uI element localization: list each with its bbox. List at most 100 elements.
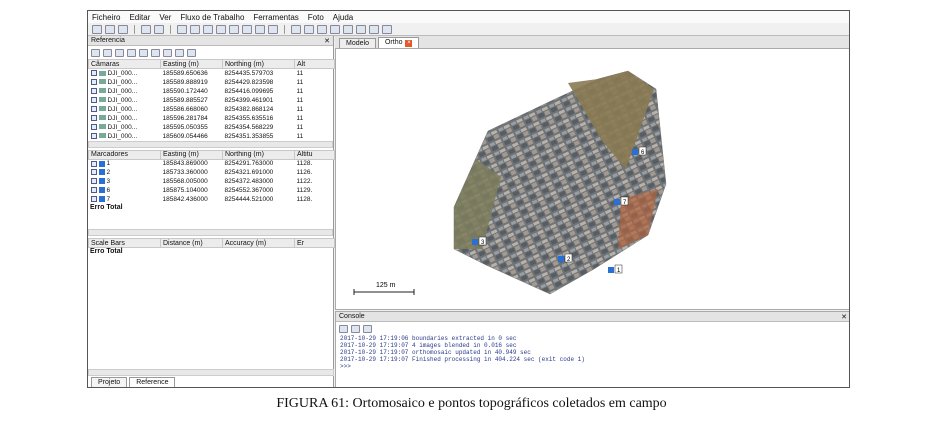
table-row[interactable]: DJI_000... 185589.885527 8254399.461901 11 <box>89 96 335 105</box>
col-alt[interactable]: Alt <box>294 59 335 69</box>
table-row[interactable]: 2 185733.360000 8254321.691000 1126. <box>89 168 335 177</box>
tab-ortho[interactable]: Ortho × <box>377 37 420 48</box>
markers-scrollbar[interactable] <box>88 229 333 236</box>
menu-fluxo[interactable]: Fluxo de Trabalho <box>180 13 244 22</box>
pencil-icon[interactable] <box>229 24 239 34</box>
console-close-icon[interactable]: ✕ <box>841 313 847 321</box>
northing: 8254399.461901 <box>224 96 274 104</box>
menu-ver[interactable]: Ver <box>159 13 171 22</box>
col-markers[interactable]: Marcadores <box>88 149 161 160</box>
col-cameras[interactable]: Câmaras <box>88 59 161 69</box>
tab-reference[interactable]: Reference <box>129 377 176 387</box>
col-error[interactable]: Er <box>294 238 335 248</box>
col-scalebars[interactable]: Scale Bars <box>88 238 161 248</box>
tab-projeto[interactable]: Projeto <box>91 377 128 387</box>
scale-bar-label: 125 m <box>376 282 396 289</box>
col-northing[interactable]: Northing (m) <box>222 149 295 160</box>
polygon-icon[interactable] <box>255 24 265 34</box>
open-icon[interactable] <box>105 24 115 34</box>
ortho-icon[interactable] <box>369 24 379 34</box>
fill-icon[interactable] <box>242 24 252 34</box>
checkbox[interactable] <box>90 178 97 185</box>
select-icon[interactable] <box>177 24 187 34</box>
checkbox[interactable] <box>90 196 97 203</box>
table-row[interactable]: DJI_000... 185590.172440 8254416.099695 11 <box>89 87 335 96</box>
checkbox[interactable] <box>90 78 97 85</box>
move-icon[interactable] <box>190 24 200 34</box>
table-row[interactable]: DJI_000... 185596.281784 8254355.635516 11 <box>89 114 335 123</box>
reference-toolbar <box>88 46 333 59</box>
close-icon[interactable]: × <box>405 40 413 47</box>
col-accuracy[interactable]: Accuracy (m) <box>222 238 295 248</box>
globe-icon[interactable] <box>268 24 278 34</box>
checkbox[interactable] <box>90 87 97 94</box>
clear-log-icon[interactable] <box>351 324 360 333</box>
navigate-icon[interactable] <box>382 24 392 34</box>
ortho-viewport[interactable]: 6 7 3 2 1 125 m <box>335 48 849 310</box>
table-icon[interactable] <box>115 48 124 57</box>
run-script-icon[interactable] <box>363 324 372 333</box>
menu-editar[interactable]: Editar <box>129 13 150 22</box>
table-row[interactable]: DJI_000... 185586.668060 8254382.868124 11 <box>89 105 335 114</box>
draw-icon[interactable] <box>203 24 213 34</box>
convert-icon[interactable] <box>127 48 136 57</box>
table-row[interactable]: DJI_000... 185609.054466 8254351.353855 11 <box>89 132 335 141</box>
zoom-out-icon[interactable] <box>304 24 314 34</box>
table-row[interactable]: 3 185568.005000 8254372.483000 1122. <box>89 177 335 186</box>
export-icon[interactable] <box>103 48 112 57</box>
shape-icon[interactable] <box>216 24 226 34</box>
reference-pane-title: Referencia <box>91 37 125 44</box>
menu-ajuda[interactable]: Ajuda <box>333 13 353 22</box>
tab-modelo[interactable]: Modelo <box>339 38 376 48</box>
checkbox[interactable] <box>90 70 97 77</box>
checkbox[interactable] <box>90 96 97 103</box>
menu-ficheiro[interactable]: Ficheiro <box>92 13 120 22</box>
save-log-icon[interactable] <box>339 324 348 333</box>
cameras-scrollbar[interactable] <box>88 140 333 148</box>
checkbox[interactable] <box>90 187 97 194</box>
checkbox[interactable] <box>90 105 97 112</box>
table-row[interactable]: DJI_000... 185589.650636 8254435.579703 11 <box>89 69 335 78</box>
scalebars-scrollbar[interactable] <box>88 369 334 376</box>
table-row[interactable]: 1 185843.869000 8254291.763000 1128. <box>89 159 335 168</box>
table-row[interactable]: DJI_000... 185595.050355 8254354.568229 11 <box>89 123 335 132</box>
marker-name: 7 <box>106 196 111 203</box>
checkbox[interactable] <box>90 169 97 176</box>
col-distance[interactable]: Distance (m) <box>160 238 223 248</box>
grid-icon[interactable] <box>330 24 340 34</box>
view-estimated-icon[interactable] <box>163 48 172 57</box>
console-prompt[interactable]: >>> <box>336 363 849 370</box>
new-icon[interactable] <box>92 24 102 34</box>
refresh-icon[interactable] <box>139 48 148 57</box>
alt: 11 <box>296 123 304 131</box>
table-row[interactable]: DJI_000... 185589.888919 8254429.823598 11 <box>89 78 335 87</box>
redo-icon[interactable] <box>154 24 164 34</box>
easting: 185568.005000 <box>162 178 208 185</box>
checkbox[interactable] <box>90 160 97 167</box>
table-row[interactable]: 7 185842.436000 8254444.521000 1128. <box>89 195 335 204</box>
settings-icon[interactable] <box>187 48 196 57</box>
menu-ferramentas[interactable]: Ferramentas <box>253 13 298 22</box>
marker-name: 3 <box>106 178 111 185</box>
image-icon[interactable] <box>343 24 353 34</box>
checkbox[interactable] <box>90 123 97 130</box>
menu-foto[interactable]: Foto <box>308 13 324 22</box>
col-easting[interactable]: Easting (m) <box>160 59 223 69</box>
view-icon[interactable] <box>356 24 366 34</box>
view-source-icon[interactable] <box>175 48 184 57</box>
import-icon[interactable] <box>91 48 100 57</box>
reset-view-icon[interactable] <box>317 24 327 34</box>
checkbox[interactable] <box>90 132 97 139</box>
save-icon[interactable] <box>118 24 128 34</box>
view-errors-icon[interactable] <box>151 48 160 57</box>
undo-icon[interactable] <box>141 24 151 34</box>
col-altitude[interactable]: Altitu <box>294 149 335 160</box>
col-northing[interactable]: Northing (m) <box>222 59 295 69</box>
checkbox[interactable] <box>90 114 97 121</box>
col-easting[interactable]: Easting (m) <box>160 149 223 160</box>
pane-close-icon[interactable]: ✕ <box>324 37 330 45</box>
table-row[interactable]: 6 185875.104000 8254552.367000 1129. <box>89 186 335 195</box>
easting: 185590.172440 <box>162 87 208 95</box>
zoom-in-icon[interactable] <box>291 24 301 34</box>
menu-bar: Ficheiro Editar Ver Fluxo de Trabalho Fe… <box>88 11 849 23</box>
